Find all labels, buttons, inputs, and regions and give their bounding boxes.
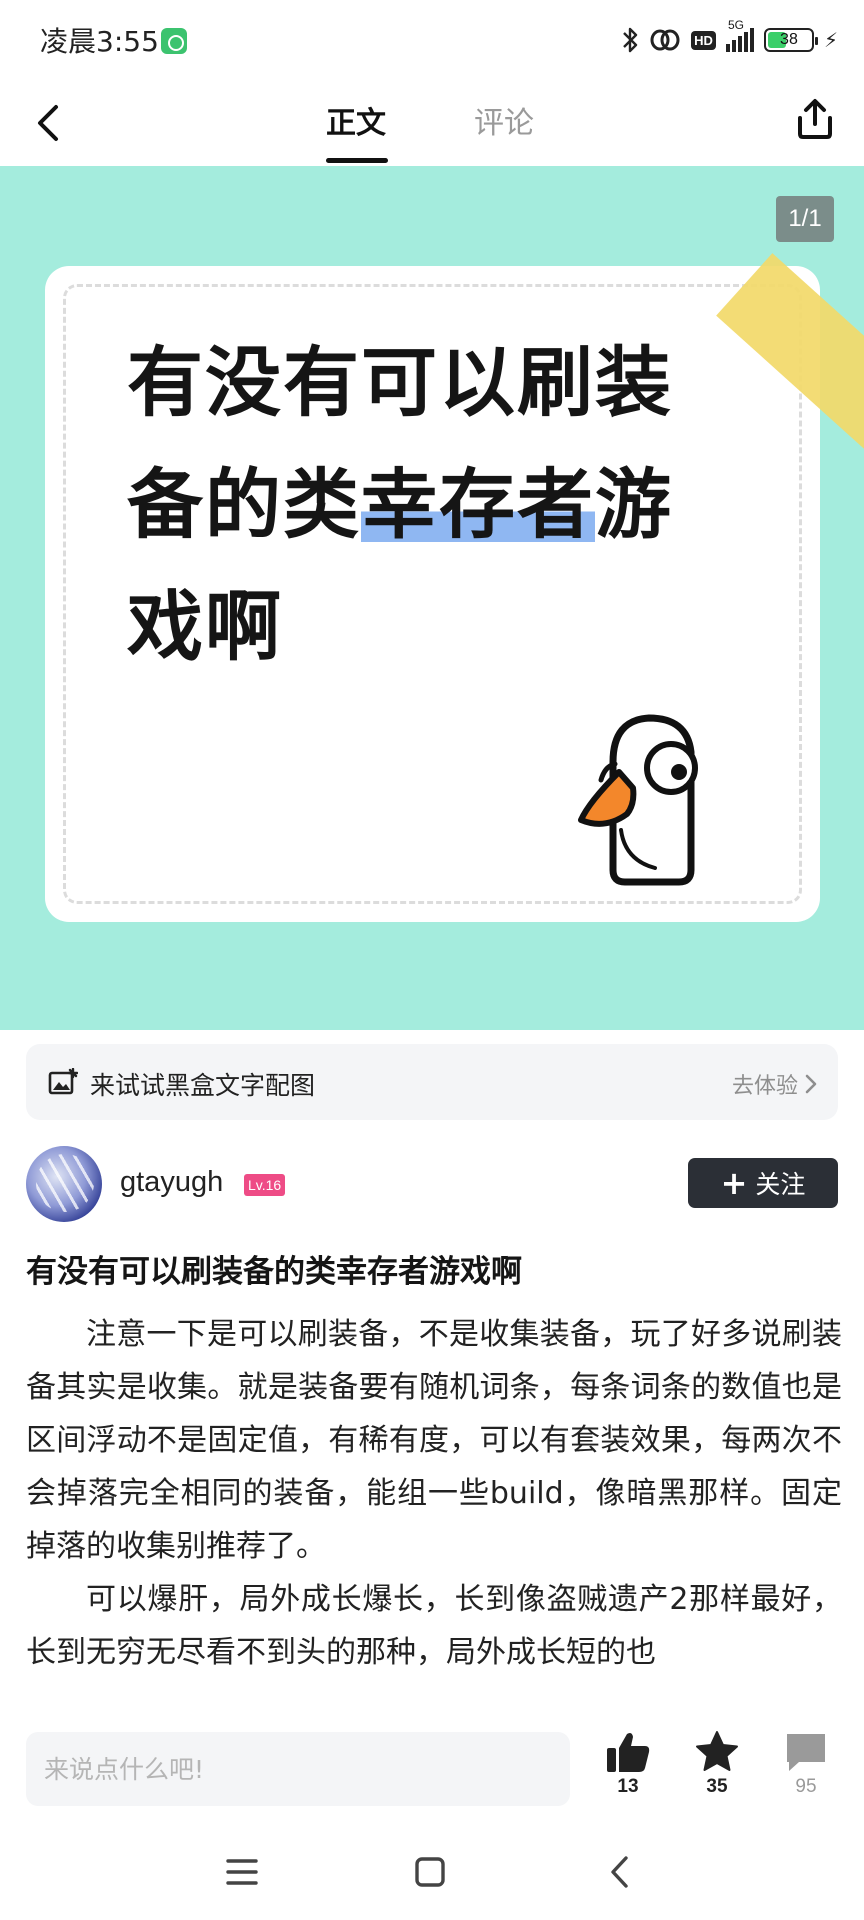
post-body: 注意一下是可以刷装备，不是收集装备，玩了好多说刷装备其实是收集。就是装备要有随机… (26, 1308, 842, 1712)
image-card: 有没有可以刷装 备的类幸存者游 戏啊 (45, 266, 820, 922)
bottom-action-bar: 13 35 95 (0, 1712, 864, 1820)
post-image[interactable]: 有没有可以刷装 备的类幸存者游 戏啊 1/1 (0, 166, 864, 1030)
chevron-left-icon (38, 105, 58, 141)
battery-level: 38 (780, 31, 798, 48)
status-time: 凌晨3:55 (40, 25, 159, 58)
active-tab-indicator (326, 158, 388, 163)
home-button[interactable] (406, 1848, 454, 1896)
network-type: 5G (727, 18, 744, 32)
headline-line-3: 戏啊 (127, 582, 283, 671)
headline-highlight: 幸存者 (361, 460, 595, 549)
comment-bubble-icon (787, 1734, 825, 1771)
promo-cta-label: 去体验 (731, 1074, 798, 1099)
app-header: 正文 评论 (0, 80, 864, 166)
system-back-button[interactable] (596, 1848, 644, 1896)
post-paragraph: 注意一下是可以刷装备，不是收集装备，玩了好多说刷装备其实是收集。就是装备要有随机… (26, 1317, 842, 1564)
headline-line-1: 有没有可以刷装 (127, 338, 673, 427)
text-to-image-promo[interactable]: 来试试黑盒文字配图 去体验 (26, 1044, 838, 1120)
back-arrow-icon (611, 1856, 628, 1888)
battery-icon: 38 (763, 28, 818, 52)
headline-line-2: 备的类 (127, 460, 361, 549)
image-page-indicator: 1/1 (776, 196, 834, 242)
share-icon (798, 99, 832, 139)
comments-button[interactable]: 95 (771, 1730, 841, 1810)
signal-icon: 5G (725, 18, 754, 52)
thumbs-up-icon (607, 1733, 650, 1772)
tab-comments[interactable]: 评论 (474, 98, 534, 142)
author-level-badge: Lv.16 (244, 1174, 286, 1196)
chevron-right-icon (805, 1074, 817, 1094)
comment-input[interactable] (26, 1732, 570, 1806)
follow-label: 关注 (755, 1170, 806, 1199)
goose-illustration (578, 714, 698, 886)
back-button[interactable] (24, 98, 74, 148)
charging-bolt-icon: ⚡ (823, 28, 838, 52)
recent-apps-button[interactable] (218, 1848, 266, 1896)
hotspot-link-icon (649, 28, 681, 52)
share-button[interactable] (790, 94, 840, 144)
status-bar: 凌晨3:55 HD 5G 38 ⚡ (0, 0, 864, 80)
author-avatar[interactable] (26, 1146, 102, 1222)
plus-icon: + (720, 1164, 748, 1202)
post-title: 有没有可以刷装备的类幸存者游戏啊 (26, 1254, 522, 1290)
tab-article[interactable]: 正文 (326, 98, 386, 142)
bluetooth-icon (621, 26, 639, 54)
comment-count: 95 (795, 1776, 817, 1797)
like-count: 13 (617, 1776, 639, 1797)
promo-cta[interactable]: 去体验 (732, 1068, 818, 1100)
post-paragraph: 可以爆肝，局外成长爆长，长到像盗贼遗产2那样最好，长到无穷无尽看不到头的那种，局… (26, 1582, 842, 1670)
hd-badge: HD (691, 30, 716, 50)
image-headline: 有没有可以刷装 备的类幸存者游 戏啊 (127, 322, 747, 688)
menu-icon (226, 1859, 258, 1885)
system-navigation-bar (0, 1820, 864, 1920)
like-button[interactable]: 13 (593, 1730, 663, 1810)
headline-line-2-end: 游 (595, 460, 673, 549)
promo-text: 来试试黑盒文字配图 (90, 1071, 316, 1100)
status-icons: HD 5G 38 ⚡ (621, 18, 838, 58)
follow-button[interactable]: + 关注 (688, 1158, 838, 1208)
notification-app-icon (161, 28, 187, 54)
favorite-count: 35 (706, 1776, 728, 1797)
author-name[interactable]: gtayugh (120, 1166, 223, 1199)
image-edit-icon (48, 1067, 79, 1100)
star-icon (696, 1731, 738, 1771)
favorite-button[interactable]: 35 (682, 1730, 752, 1810)
home-square-icon (415, 1857, 445, 1887)
